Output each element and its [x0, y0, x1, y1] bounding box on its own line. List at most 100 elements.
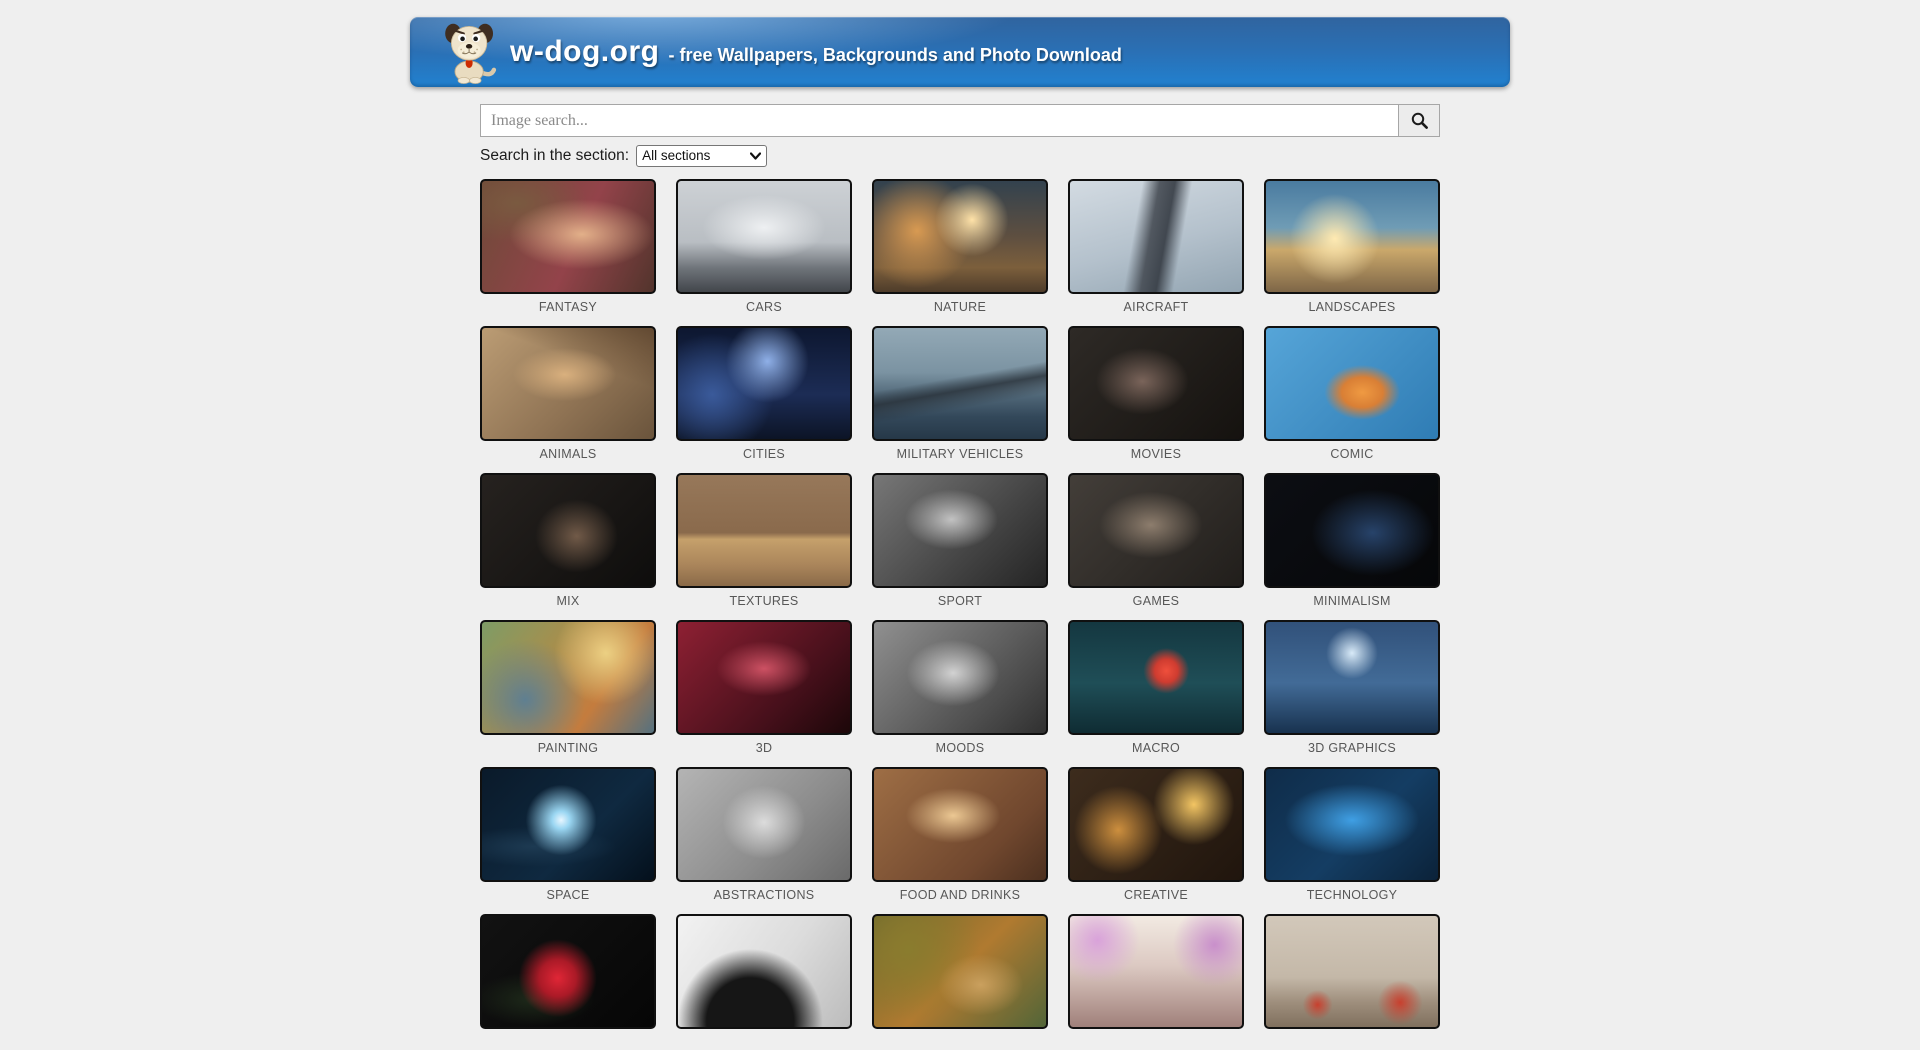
category-thumb[interactable] — [480, 473, 656, 588]
category-label[interactable] — [676, 1035, 852, 1050]
category-cell: MACRO — [1068, 620, 1244, 756]
category-cell: 3D GRAPHICS — [1264, 620, 1440, 756]
category-thumb[interactable] — [1068, 914, 1244, 1029]
category-cell: MIX — [480, 473, 656, 609]
category-label[interactable]: CREATIVE — [1068, 888, 1244, 903]
category-label[interactable]: TECHNOLOGY — [1264, 888, 1440, 903]
category-label[interactable]: COMIC — [1264, 447, 1440, 462]
category-thumb[interactable] — [676, 326, 852, 441]
category-cell: COMIC — [1264, 326, 1440, 462]
category-label[interactable]: LANDSCAPES — [1264, 300, 1440, 315]
category-cell: MOODS — [872, 620, 1048, 756]
category-thumb[interactable] — [872, 326, 1048, 441]
category-cell: 3D — [676, 620, 852, 756]
category-thumb[interactable] — [872, 914, 1048, 1029]
category-thumb[interactable] — [1068, 767, 1244, 882]
category-label[interactable]: MOVIES — [1068, 447, 1244, 462]
section-select-wrap: All sections — [636, 145, 767, 167]
category-thumb[interactable] — [1068, 179, 1244, 294]
category-thumb[interactable] — [1264, 914, 1440, 1029]
category-thumb[interactable] — [1264, 326, 1440, 441]
category-cell: CITIES — [676, 326, 852, 462]
category-cell: CREATIVE — [1068, 767, 1244, 903]
category-cell: CARS — [676, 179, 852, 315]
category-label[interactable]: ANIMALS — [480, 447, 656, 462]
category-thumb[interactable] — [1264, 620, 1440, 735]
category-label[interactable] — [480, 1035, 656, 1050]
category-thumb[interactable] — [872, 767, 1048, 882]
category-thumb[interactable] — [480, 326, 656, 441]
category-cell: MOVIES — [1068, 326, 1244, 462]
category-label[interactable]: MILITARY VEHICLES — [872, 447, 1048, 462]
category-cell: FOOD AND DRINKS — [872, 767, 1048, 903]
category-label[interactable]: AIRCRAFT — [1068, 300, 1244, 315]
category-label[interactable]: TEXTURES — [676, 594, 852, 609]
category-label[interactable] — [1068, 1035, 1244, 1050]
site-title[interactable]: w-dog.org — [510, 35, 659, 69]
category-label[interactable]: MINIMALISM — [1264, 594, 1440, 609]
category-thumb[interactable] — [676, 767, 852, 882]
category-label[interactable]: GAMES — [1068, 594, 1244, 609]
category-thumb[interactable] — [1264, 767, 1440, 882]
category-label[interactable]: PAINTING — [480, 741, 656, 756]
category-thumb[interactable] — [872, 179, 1048, 294]
magnifier-icon — [1410, 111, 1429, 130]
category-thumb[interactable] — [1068, 473, 1244, 588]
category-cell: TEXTURES — [676, 473, 852, 609]
site-subtitle: - free Wallpapers, Backgrounds and Photo… — [668, 45, 1121, 66]
category-cell: SPACE — [480, 767, 656, 903]
category-cell — [676, 914, 852, 1050]
category-thumb[interactable] — [1068, 326, 1244, 441]
dog-mascot-icon — [443, 22, 497, 84]
category-thumb[interactable] — [676, 620, 852, 735]
category-cell — [480, 914, 656, 1050]
category-label[interactable]: SPORT — [872, 594, 1048, 609]
category-label[interactable] — [1264, 1035, 1440, 1050]
category-label[interactable] — [872, 1035, 1048, 1050]
category-label[interactable]: CARS — [676, 300, 852, 315]
category-thumb[interactable] — [872, 473, 1048, 588]
category-grid: FANTASY CARS NATURE AIRCRAFT LANDSCAPES ANIMA… — [480, 179, 1440, 1050]
category-cell: MINIMALISM — [1264, 473, 1440, 609]
category-thumb[interactable] — [676, 473, 852, 588]
section-label: Search in the section: — [480, 147, 629, 165]
category-cell: NATURE — [872, 179, 1048, 315]
category-label[interactable]: NATURE — [872, 300, 1048, 315]
category-thumb[interactable] — [676, 179, 852, 294]
search-button[interactable] — [1398, 104, 1440, 137]
search-input[interactable] — [480, 104, 1399, 137]
category-thumb[interactable] — [1264, 179, 1440, 294]
category-label[interactable]: SPACE — [480, 888, 656, 903]
category-label[interactable]: FANTASY — [480, 300, 656, 315]
category-cell: MILITARY VEHICLES — [872, 326, 1048, 462]
category-thumb[interactable] — [480, 620, 656, 735]
category-label[interactable]: FOOD AND DRINKS — [872, 888, 1048, 903]
category-cell: AIRCRAFT — [1068, 179, 1244, 315]
category-label[interactable]: CITIES — [676, 447, 852, 462]
category-label[interactable]: MACRO — [1068, 741, 1244, 756]
category-thumb[interactable] — [480, 179, 656, 294]
category-thumb[interactable] — [676, 914, 852, 1029]
category-thumb[interactable] — [480, 767, 656, 882]
header-banner: w-dog.org - free Wallpapers, Backgrounds… — [410, 17, 1510, 87]
site-title-row: w-dog.org - free Wallpapers, Backgrounds… — [510, 35, 1122, 69]
category-cell — [1068, 914, 1244, 1050]
main-content: Search in the section: All sections FANT… — [480, 104, 1440, 1050]
category-cell: SPORT — [872, 473, 1048, 609]
category-label[interactable]: MOODS — [872, 741, 1048, 756]
section-filter-row: Search in the section: All sections — [480, 145, 1440, 167]
category-thumb[interactable] — [1068, 620, 1244, 735]
category-cell — [1264, 914, 1440, 1050]
category-thumb[interactable] — [1264, 473, 1440, 588]
category-label[interactable]: 3D GRAPHICS — [1264, 741, 1440, 756]
category-cell — [872, 914, 1048, 1050]
category-label[interactable]: 3D — [676, 741, 852, 756]
category-thumb[interactable] — [480, 914, 656, 1029]
section-select[interactable]: All sections — [636, 145, 767, 167]
category-cell: ANIMALS — [480, 326, 656, 462]
search-bar — [480, 104, 1440, 137]
category-label[interactable]: ABSTRACTIONS — [676, 888, 852, 903]
category-label[interactable]: MIX — [480, 594, 656, 609]
category-cell: PAINTING — [480, 620, 656, 756]
category-thumb[interactable] — [872, 620, 1048, 735]
